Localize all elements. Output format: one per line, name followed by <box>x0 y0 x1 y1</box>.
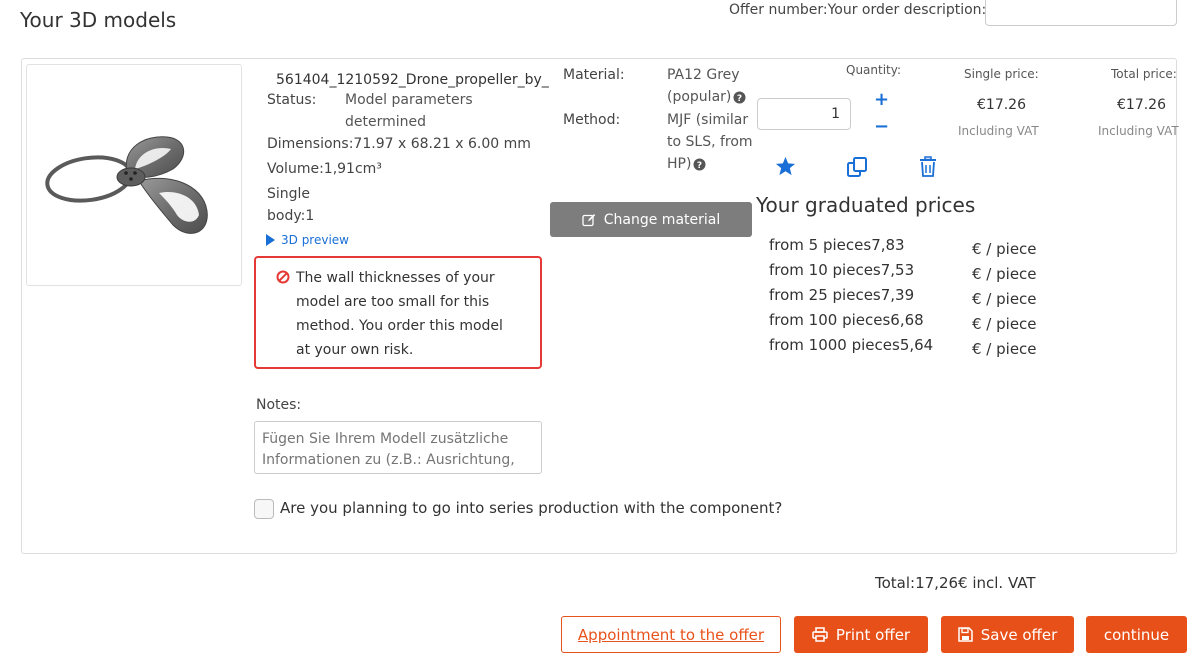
print-offer-label: Print offer <box>835 625 911 644</box>
3d-preview-toggle[interactable]: 3D preview <box>266 233 349 247</box>
floppy-disk-icon <box>958 627 973 642</box>
appointment-button-label: Appointment to the offer <box>577 625 765 644</box>
graduated-price-row: from 25 pieces7,39 <box>769 286 915 304</box>
material-popular-text: (popular) <box>667 89 732 105</box>
order-total: Total:17,26€ incl. VAT <box>875 574 1036 592</box>
3d-preview-label: 3D preview <box>281 233 349 247</box>
appointment-button[interactable]: Appointment to the offer <box>561 616 781 653</box>
offer-number-label: Offer number:Your order description: <box>729 2 987 18</box>
series-production-checkbox[interactable] <box>254 499 274 519</box>
total-price-vat-note: Including VAT <box>1098 124 1179 138</box>
graduated-price-unit: € / piece <box>972 315 1037 333</box>
order-description-input[interactable] <box>985 0 1177 26</box>
copy-icon[interactable] <box>846 156 868 178</box>
graduated-price-row: from 5 pieces7,83 <box>769 236 905 254</box>
material-value-line-1: PA12 Grey <box>667 67 740 83</box>
dimensions: Dimensions:71.97 x 68.21 x 6.00 mm <box>267 136 531 152</box>
series-production-label: Are you planning to go into series produ… <box>280 499 783 517</box>
status-value-line-2: determined <box>345 114 427 130</box>
graduated-price-row: from 100 pieces6,68 <box>769 311 924 329</box>
total-price-label: Total price: <box>1111 67 1177 81</box>
edit-icon <box>582 213 595 226</box>
single-body-line-2: body:1 <box>267 208 315 224</box>
ban-icon <box>276 270 290 284</box>
continue-button[interactable]: continue <box>1086 616 1187 653</box>
save-offer-button[interactable]: Save offer <box>941 616 1074 653</box>
warning-line: The wall thicknesses of your <box>296 270 495 286</box>
single-price-value: €17.26 <box>977 97 1026 113</box>
page-title: Your 3D models <box>20 8 177 32</box>
wall-thickness-warning: The wall thicknesses of your model are t… <box>254 256 542 369</box>
svg-text:?: ? <box>737 94 742 104</box>
notes-textarea[interactable] <box>254 421 542 474</box>
method-value-line-3: HP) ? <box>667 153 706 175</box>
change-material-label: Change material <box>603 211 721 228</box>
quantity-label: Quantity: <box>846 63 902 77</box>
material-value-line-2: (popular) ? <box>667 86 746 108</box>
question-circle-icon[interactable]: ? <box>733 91 746 104</box>
change-material-button[interactable]: Change material <box>550 202 752 237</box>
single-price-label: Single price: <box>964 67 1039 81</box>
graduated-price-unit: € / piece <box>972 265 1037 283</box>
graduated-price-unit: € / piece <box>972 290 1037 308</box>
graduated-price-row: from 10 pieces7,53 <box>769 261 915 279</box>
graduated-prices-title: Your graduated prices <box>756 193 976 217</box>
print-offer-button[interactable]: Print offer <box>794 616 928 653</box>
status-label: Status: <box>267 92 317 108</box>
warning-line: method. You order this model <box>296 318 503 334</box>
method-value-line-2: to SLS, from <box>667 134 753 150</box>
status-value-line-1: Model parameters <box>345 92 473 108</box>
notes-label: Notes: <box>256 397 302 413</box>
model-file-name: 561404_1210592_Drone_propeller_by_ <box>276 72 549 88</box>
material-label: Material: <box>563 67 625 83</box>
continue-label: continue <box>1103 625 1170 644</box>
svg-text:?: ? <box>697 161 702 171</box>
printer-icon <box>812 627 828 642</box>
quantity-input[interactable] <box>757 98 851 130</box>
play-triangle-icon <box>266 234 275 246</box>
quantity-decrease-button[interactable]: − <box>874 116 889 137</box>
question-circle-icon[interactable]: ? <box>693 158 706 171</box>
method-label: Method: <box>563 112 621 128</box>
save-offer-label: Save offer <box>980 625 1058 644</box>
single-price-vat-note: Including VAT <box>958 124 1039 138</box>
graduated-price-unit: € / piece <box>972 340 1037 358</box>
star-icon[interactable] <box>775 156 796 176</box>
propeller-image <box>45 136 208 234</box>
volume: Volume:1,91cm³ <box>267 161 382 177</box>
quantity-increase-button[interactable]: + <box>874 89 889 110</box>
warning-line: at your own risk. <box>296 342 414 358</box>
trash-icon[interactable] <box>919 156 937 177</box>
method-hp-text: HP) <box>667 156 692 172</box>
total-price-value: €17.26 <box>1117 97 1166 113</box>
graduated-price-row: from 1000 pieces5,64 <box>769 336 934 354</box>
graduated-price-unit: € / piece <box>972 240 1037 258</box>
warning-line: model are too small for this <box>296 294 490 310</box>
single-body-line-1: Single <box>267 186 311 202</box>
method-value-line-1: MJF (similar <box>667 112 749 128</box>
model-thumbnail[interactable] <box>26 64 242 286</box>
